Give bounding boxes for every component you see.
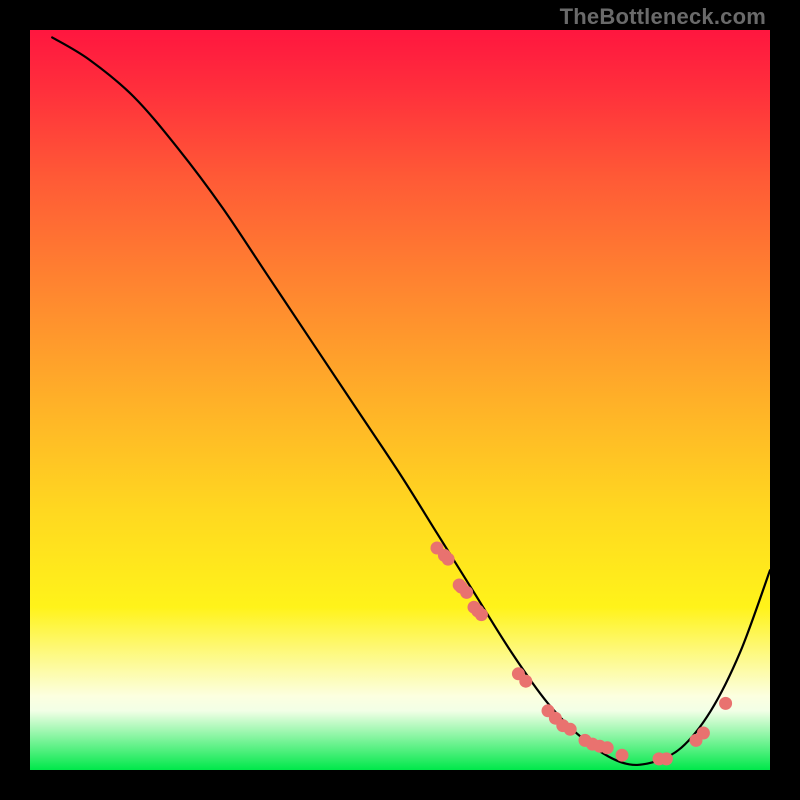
highlight-point — [660, 752, 673, 765]
highlight-point — [616, 749, 629, 762]
highlight-point — [460, 586, 473, 599]
highlight-point — [601, 741, 614, 754]
highlight-point — [564, 723, 577, 736]
highlight-point — [519, 675, 532, 688]
highlight-point — [442, 553, 455, 566]
bottleneck-curve — [52, 37, 770, 765]
chart-overlay — [30, 30, 770, 770]
highlight-points-group — [431, 542, 733, 766]
highlight-point — [719, 697, 732, 710]
watermark-text: TheBottleneck.com — [560, 4, 766, 30]
highlight-point — [697, 727, 710, 740]
highlight-point — [475, 608, 488, 621]
